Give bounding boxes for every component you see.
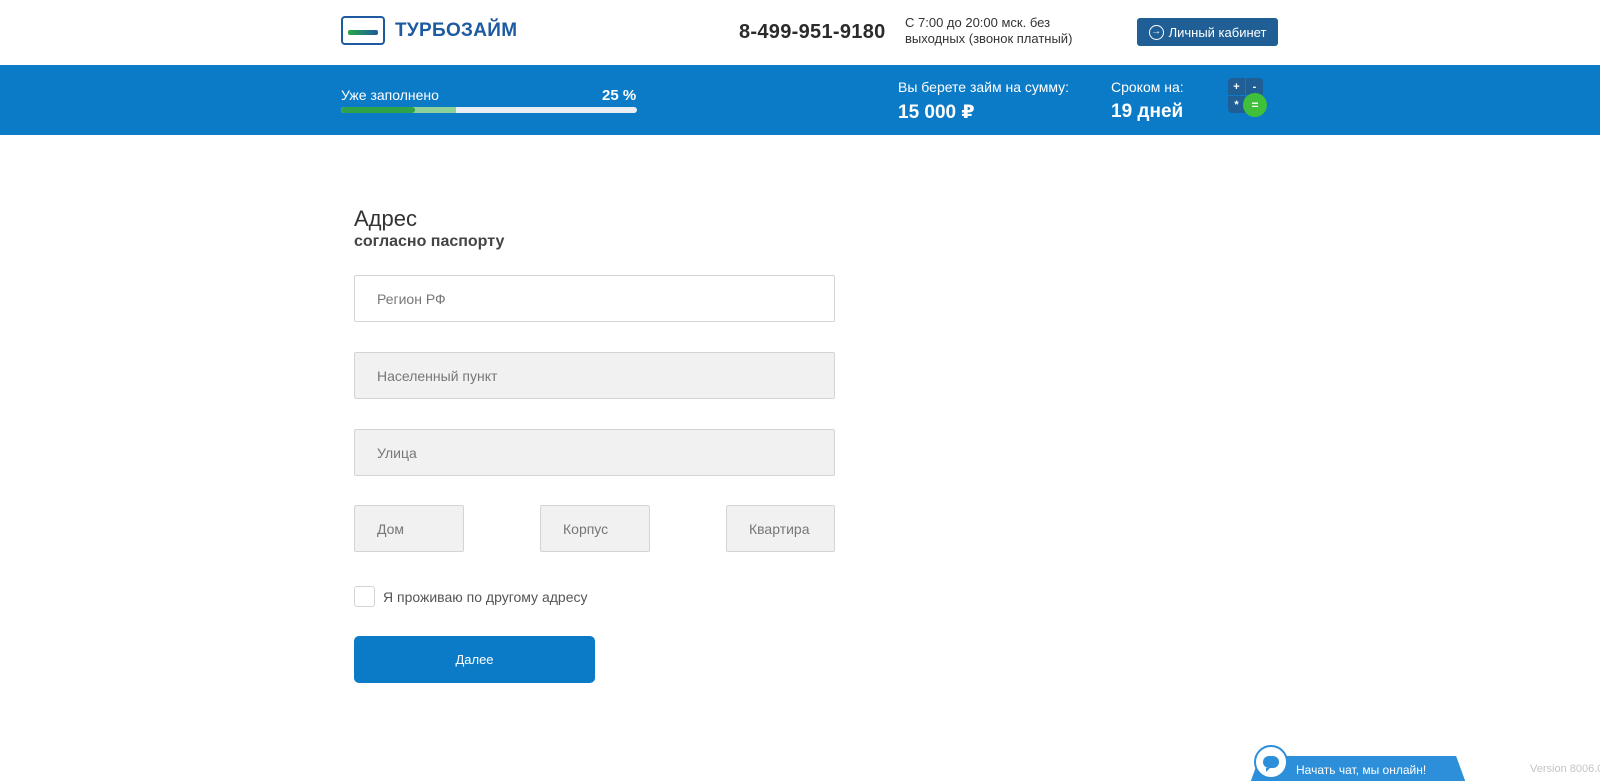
site-header: ТУРБОЗАЙМ 8-499-951-9180 С 7:00 до 20:00… [0, 0, 1600, 65]
phone-number[interactable]: 8-499-951-9180 [739, 21, 886, 44]
loan-sum-label: Вы берете займ на сумму: [898, 79, 1070, 95]
loan-term-label: Сроком на: [1111, 79, 1184, 95]
personal-cabinet-button[interactable]: → Личный кабинет [1137, 18, 1278, 46]
chat-label[interactable]: Начать чат, мы онлайн! [1296, 763, 1426, 777]
loan-term-value: 19 дней [1111, 101, 1184, 122]
chat-bubble-icon[interactable] [1254, 745, 1288, 779]
other-address-label[interactable]: Я проживаю по другому адресу [383, 589, 587, 605]
korpus-input[interactable] [540, 505, 650, 552]
flat-input[interactable] [726, 505, 835, 552]
page-subtitle: согласно паспорту [354, 233, 505, 250]
progress-bar [341, 107, 637, 113]
city-input[interactable] [354, 352, 835, 399]
street-input[interactable] [354, 429, 835, 476]
calc-plus-key: + [1228, 78, 1245, 95]
personal-cabinet-label: Личный кабинет [1168, 24, 1267, 40]
page-title: Адрес [354, 206, 417, 231]
house-input[interactable] [354, 505, 464, 552]
loan-status-bar: Уже заполнено 25 % Вы берете займ на сум… [0, 65, 1600, 135]
login-arrow-icon: → [1148, 24, 1164, 40]
loan-sum-value: 15 000 ₽ [898, 102, 975, 123]
working-hours: С 7:00 до 20:00 мск. без выходных (звоно… [905, 15, 1073, 46]
filled-label: Уже заполнено [341, 87, 439, 103]
other-address-checkbox[interactable] [354, 586, 375, 607]
next-button[interactable]: Далее [354, 636, 595, 683]
region-input[interactable] [354, 275, 835, 322]
logo[interactable]: ТУРБОЗАЙМ [341, 16, 517, 45]
calculator-icon[interactable]: + - * = [1228, 78, 1268, 118]
filled-percent: 25 % [602, 87, 637, 104]
version-label: Version 8006.0 [1530, 763, 1600, 775]
chat-widget[interactable]: Начать чат, мы онлайн! [1249, 745, 1467, 781]
card-logo-icon [341, 16, 385, 45]
progress-secondary-fill [412, 107, 457, 113]
progress-fill [341, 107, 415, 113]
logo-text: ТУРБОЗАЙМ [395, 19, 518, 41]
calc-equals-key: = [1243, 93, 1267, 117]
